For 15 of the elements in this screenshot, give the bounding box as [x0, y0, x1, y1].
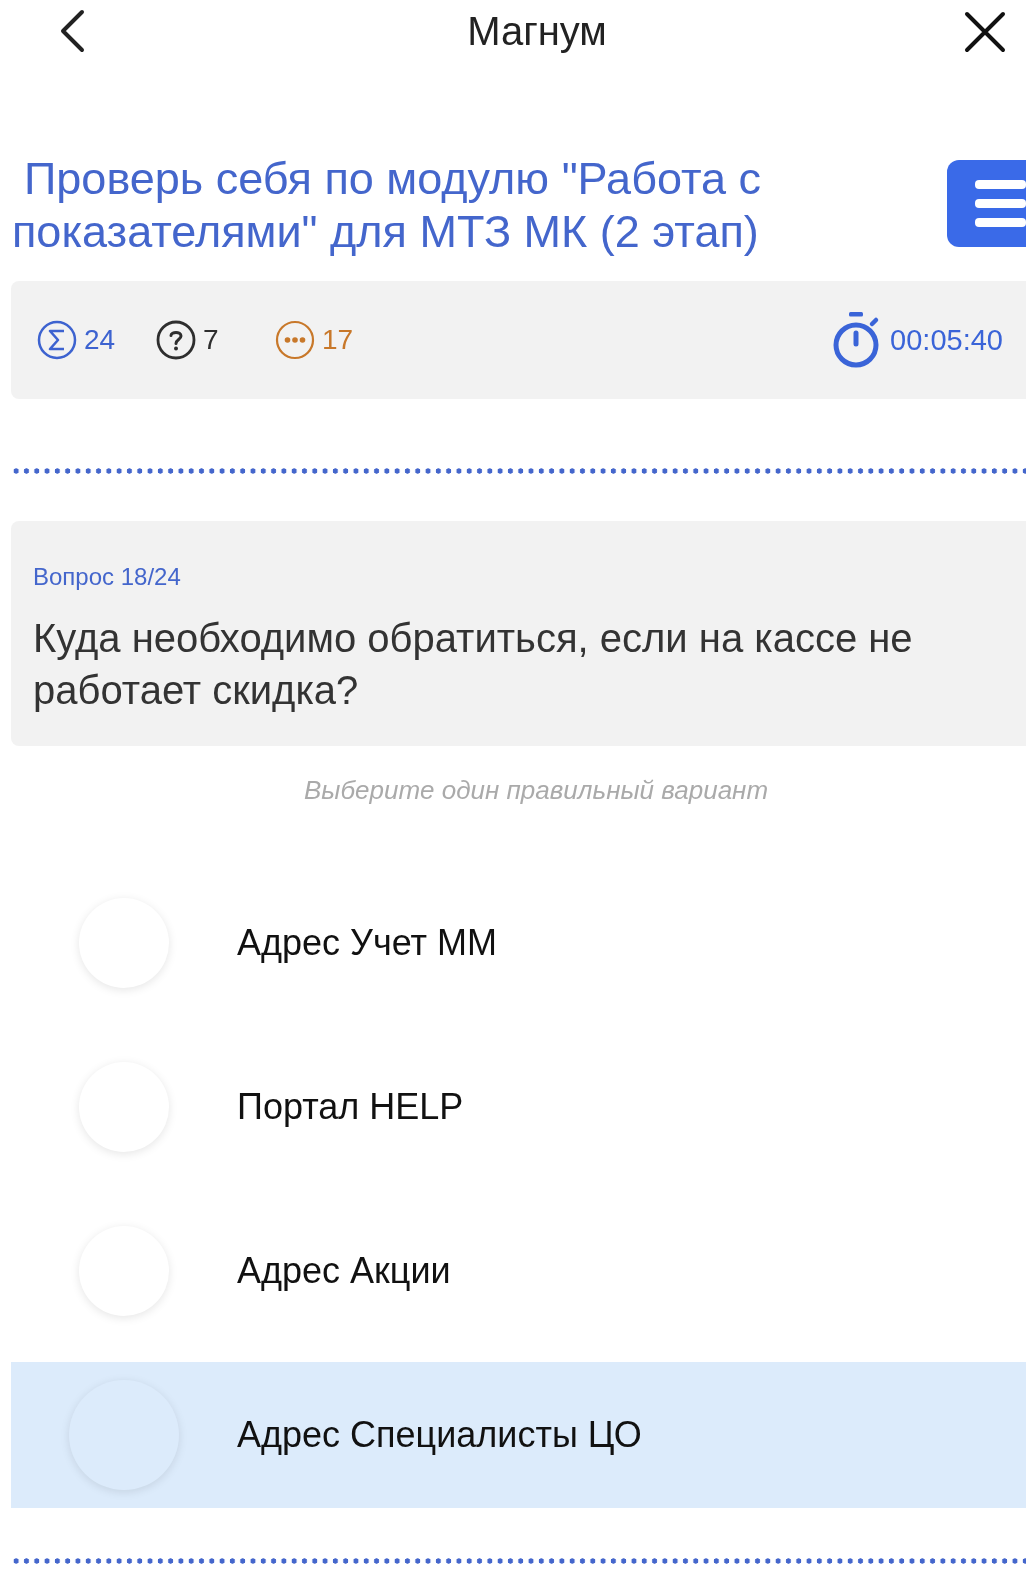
test-title: Проверь себя по модулю "Работа с показателями" для МТЗ МК (2 этап) [11, 152, 763, 258]
menu-button[interactable] [947, 160, 1026, 247]
stat-count: 7 [203, 323, 219, 357]
stat-count: 24 [84, 323, 116, 357]
answer-option[interactable]: Адрес Специалисты ЦО [11, 1362, 1026, 1508]
question-text: Куда необходимо обратиться, если на кассе не работает скидка? [33, 615, 914, 714]
question-counter: Вопрос 18/24 [33, 562, 182, 592]
timer-text: 00:05:40 [890, 323, 1003, 357]
stat-count: 17 [322, 323, 354, 357]
back-icon[interactable] [58, 9, 86, 53]
menu-icon [975, 180, 1026, 227]
stopwatch-icon [832, 312, 881, 368]
close-icon[interactable] [964, 11, 1006, 53]
hint-text: Выберите один правильный вариант [303, 774, 769, 806]
app-title: Магнум [467, 8, 607, 55]
